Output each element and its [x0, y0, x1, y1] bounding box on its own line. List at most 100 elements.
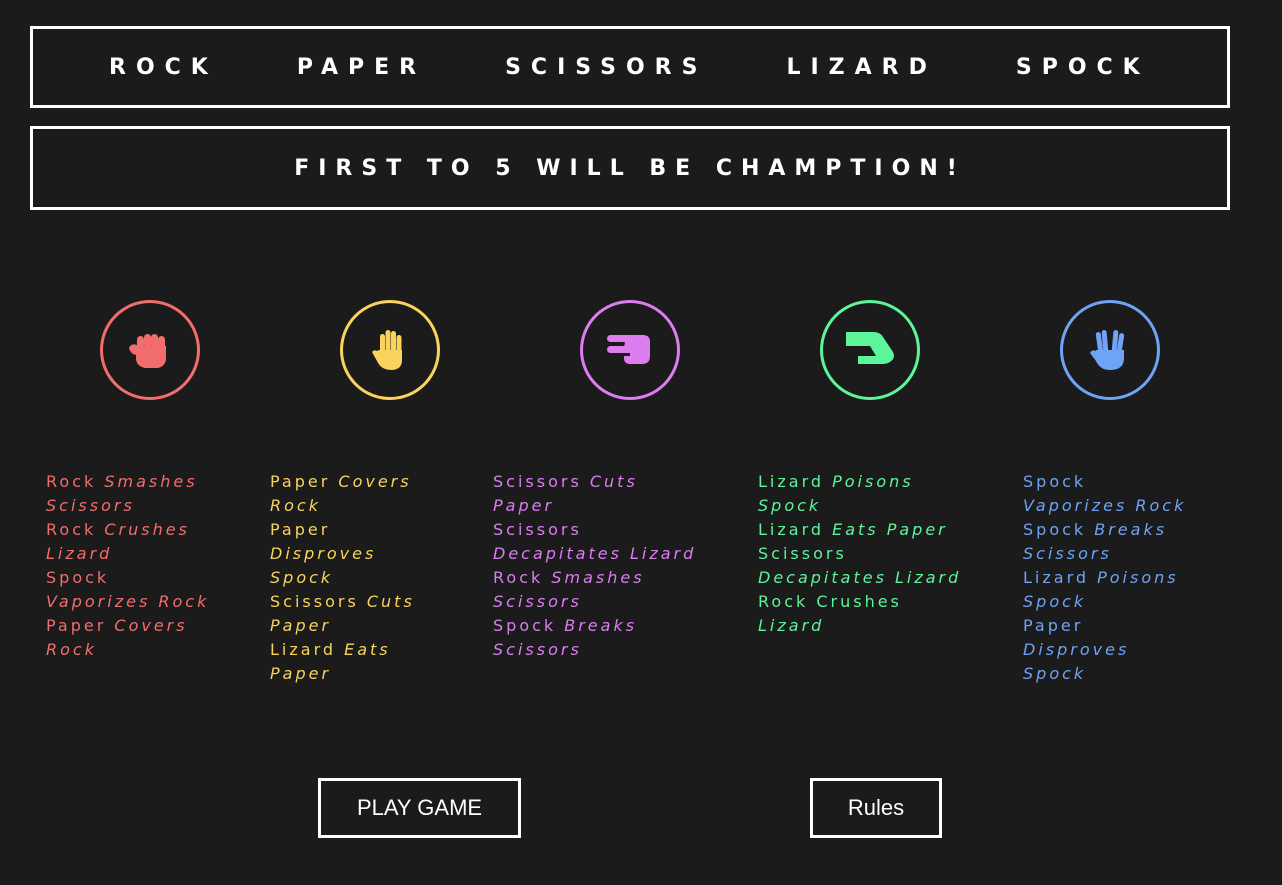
- rule-action: Spock: [1023, 664, 1087, 683]
- rule-action: Spock: [758, 496, 822, 515]
- rock-rules-list: Rock Smashes Scissors Rock Crushes Lizard Sp…: [46, 470, 209, 662]
- rule-action: Spock: [1023, 592, 1087, 611]
- rule-action: Breaks: [1094, 520, 1168, 539]
- rule-action: Scissors: [493, 592, 582, 611]
- rule-action: Smashes: [104, 472, 198, 491]
- rule-line: Lizard Eats: [270, 638, 415, 662]
- rule-subject: Paper: [270, 520, 331, 539]
- rule-action: Covers: [114, 616, 188, 635]
- title-row: ROCK PAPER SCISSORS LIZARD SPOCK: [33, 29, 1227, 105]
- scissors-hand-icon: [607, 335, 650, 364]
- rule-action: Disproves: [1023, 640, 1130, 659]
- rule-line: Scissors: [493, 518, 696, 542]
- rule-action: Poisons: [1097, 568, 1179, 587]
- rule-subject: Lizard: [758, 472, 833, 491]
- rule-line: Lizard: [758, 614, 961, 638]
- rule-subject: Paper: [46, 616, 115, 635]
- rule-subject: Scissors: [493, 520, 582, 539]
- subtitle-text: FIRST TO 5 WILL BE CHAMPTION!: [294, 155, 966, 181]
- rule-line: Vaporizes Rock: [1023, 494, 1186, 518]
- title-word-scissors: SCISSORS: [505, 54, 708, 80]
- rule-line: Decapitates Lizard: [758, 566, 961, 590]
- rule-action: Decapitates Lizard: [493, 544, 697, 563]
- rule-action: Decapitates Lizard: [758, 568, 962, 587]
- rule-line: Decapitates Lizard: [493, 542, 696, 566]
- rule-line: Scissors: [1023, 542, 1186, 566]
- rule-action: Rock: [46, 640, 97, 659]
- rule-line: Spock: [270, 566, 415, 590]
- rule-subject: Paper: [1023, 616, 1084, 635]
- rule-line: Paper: [493, 494, 696, 518]
- rule-action: Paper: [270, 664, 332, 683]
- rule-line: Spock: [758, 494, 961, 518]
- rule-action: Paper: [493, 496, 555, 515]
- rule-line: Rock: [270, 494, 415, 518]
- rule-action: Disproves: [270, 544, 377, 563]
- rule-line: Scissors: [46, 494, 209, 518]
- rule-line: Spock Breaks: [493, 614, 696, 638]
- rule-line: Rock Crushes: [46, 518, 209, 542]
- rule-line: Rock Smashes: [493, 566, 696, 590]
- rule-line: Paper Covers: [270, 470, 415, 494]
- rule-line: Rock Smashes: [46, 470, 209, 494]
- lizard-hand-icon: [846, 332, 894, 364]
- rule-subject: Rock: [46, 472, 105, 491]
- rule-action: Poisons: [832, 472, 914, 491]
- rule-subject: Scissors: [758, 544, 847, 563]
- scissors-choice-button[interactable]: [580, 300, 680, 400]
- spock-rules-list: Spock Vaporizes Rock Spock Breaks Scissors L…: [1023, 470, 1186, 686]
- rule-line: Spock: [1023, 470, 1186, 494]
- scissors-rules-list: Scissors Cuts Paper Scissors Decapitates Li…: [493, 470, 696, 662]
- rule-action: Scissors: [46, 496, 135, 515]
- rule-action: Cuts: [366, 592, 415, 611]
- rules-button[interactable]: Rules: [810, 778, 942, 838]
- play-game-button[interactable]: PLAY GAME: [318, 778, 521, 838]
- title-word-lizard: LIZARD: [786, 54, 937, 80]
- rule-subject: Rock: [493, 568, 552, 587]
- spock-choice-button[interactable]: [1060, 300, 1160, 400]
- subtitle-banner: FIRST TO 5 WILL BE CHAMPTION!: [30, 126, 1230, 210]
- rule-line: Paper: [1023, 614, 1186, 638]
- lizard-choice-button[interactable]: [820, 300, 920, 400]
- rule-subject: Scissors: [493, 472, 590, 491]
- rule-line: Paper: [270, 614, 415, 638]
- rule-line: Paper: [270, 662, 415, 686]
- rule-subject: Spock: [1023, 520, 1095, 539]
- rule-line: Lizard Poisons: [1023, 566, 1186, 590]
- rock-choice-button[interactable]: [100, 300, 200, 400]
- rule-action: Eats Paper: [832, 520, 948, 539]
- rule-action: Vaporizes Rock: [46, 592, 210, 611]
- rule-action: Crushes: [104, 520, 190, 539]
- rule-line: Scissors Cuts: [493, 470, 696, 494]
- rule-line: Spock Breaks: [1023, 518, 1186, 542]
- rule-action: Lizard: [46, 544, 113, 563]
- rule-line: Spock: [46, 566, 209, 590]
- rule-action: Paper: [270, 616, 332, 635]
- rule-subject: Scissors: [270, 592, 367, 611]
- rule-line: Scissors: [493, 638, 696, 662]
- paper-choice-button[interactable]: [340, 300, 440, 400]
- rule-subject: Spock: [1023, 472, 1087, 491]
- rule-line: Scissors: [758, 542, 961, 566]
- open-hand-icon: [372, 330, 402, 370]
- rule-line: Disproves: [270, 542, 415, 566]
- rule-action: Covers: [338, 472, 412, 491]
- rule-line: Scissors Cuts: [270, 590, 415, 614]
- rule-line: Scissors: [493, 590, 696, 614]
- rule-subject: Rock: [46, 520, 105, 539]
- rule-action: Cuts: [589, 472, 638, 491]
- rule-action: Lizard: [758, 616, 825, 635]
- rule-subject: Lizard: [1023, 568, 1098, 587]
- title-word-rock: ROCK: [109, 54, 218, 80]
- rule-line: Lizard Eats Paper: [758, 518, 961, 542]
- paper-rules-list: Paper Covers Rock Paper Disproves Spock Sciss…: [270, 470, 415, 686]
- rule-action: Vaporizes Rock: [1023, 496, 1187, 515]
- rule-line: Paper: [270, 518, 415, 542]
- rule-subject: Lizard: [270, 640, 345, 659]
- rule-line: Spock: [1023, 590, 1186, 614]
- rule-action: Rock: [270, 496, 321, 515]
- title-word-spock: SPOCK: [1015, 54, 1150, 80]
- rule-action: Scissors: [493, 640, 582, 659]
- rule-subject: Lizard: [758, 520, 833, 539]
- rule-line: Lizard Poisons: [758, 470, 961, 494]
